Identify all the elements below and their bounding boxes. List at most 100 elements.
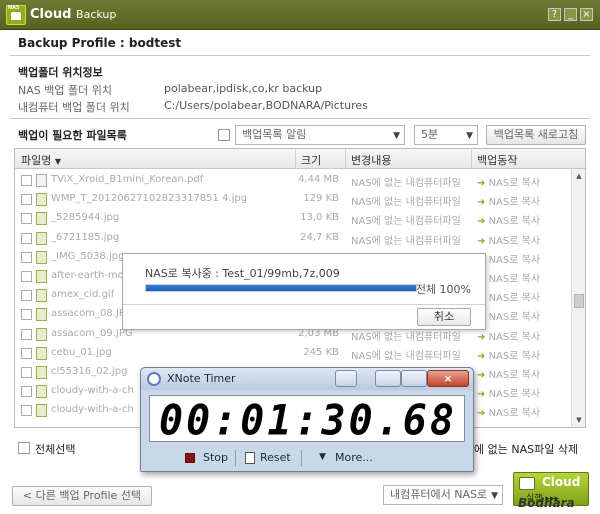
row-checkbox[interactable] xyxy=(21,290,32,302)
file-name: cebu_01.jpg xyxy=(51,346,112,358)
divider xyxy=(10,118,590,119)
help-icon[interactable]: ? xyxy=(548,8,561,21)
file-action: ➜ NAS로 복사 xyxy=(477,331,541,343)
cloud-button-label: Cloud xyxy=(542,475,581,489)
row-checkbox[interactable] xyxy=(21,347,32,359)
select-all-checkbox[interactable] xyxy=(18,442,30,454)
file-action: ➜ NAS로 복사 xyxy=(477,370,541,381)
row-checkbox[interactable] xyxy=(21,175,32,186)
timer-display: 00:01:30.68 xyxy=(149,395,465,446)
interval-select-value: 5분 xyxy=(421,128,439,141)
arrow-icon: ➜ xyxy=(477,235,486,247)
row-checkbox[interactable] xyxy=(21,328,32,340)
more-button[interactable]: More... xyxy=(335,451,373,464)
interval-select[interactable]: 5분 ▼ xyxy=(414,125,478,145)
file-name: amex_cid.gif xyxy=(51,289,115,301)
stop-icon[interactable] xyxy=(185,453,195,463)
file-size: 13,0 KB xyxy=(300,212,339,224)
column-header-filename[interactable]: 파일명 ▼ xyxy=(21,152,61,168)
row-checkbox[interactable] xyxy=(21,367,32,378)
scrollbar[interactable]: ▲ ▼ xyxy=(571,169,585,427)
scroll-up-icon[interactable]: ▲ xyxy=(573,170,585,182)
app-title: Cloud Backup xyxy=(30,7,116,22)
reset-button[interactable]: Reset xyxy=(260,451,291,464)
row-checkbox[interactable] xyxy=(21,405,32,417)
chevron-down-icon: ▼ xyxy=(466,131,473,141)
arrow-icon: ➜ xyxy=(477,216,486,228)
stop-button[interactable]: Stop xyxy=(203,451,228,464)
timer-icon xyxy=(147,372,161,386)
table-row[interactable]: cebu_01.jpg 245 KB NAS에 없는 내컴퓨터파일 ➜ NAS로 복사 xyxy=(15,344,571,363)
table-row[interactable]: _5285944.jpg 13,0 KB NAS에 없는 내컴퓨터파일 ➜ NAS로 … xyxy=(15,209,571,228)
cancel-button[interactable]: 취소 xyxy=(417,308,471,326)
row-checkbox[interactable] xyxy=(21,271,32,282)
file-name: _6721185.jpg xyxy=(51,231,120,243)
reset-icon[interactable] xyxy=(245,452,255,464)
column-header-size[interactable]: 크기 xyxy=(301,152,321,168)
chevron-down-icon: ▼ xyxy=(393,131,400,141)
folder-info-title: 백업폴더 위치정보 xyxy=(18,66,103,79)
alert-select-value: 백업목록 알림 xyxy=(242,128,307,141)
row-checkbox[interactable] xyxy=(21,251,32,263)
table-row[interactable]: _6721185.jpg 24,7 KB NAS에 없는 내컴퓨터파일 ➜ NAS로 … xyxy=(15,229,571,248)
table-row[interactable]: WMP_T_20120627102823317851 4.jpg 129 KB NA… xyxy=(15,190,571,209)
table-row[interactable]: TViX_Xroid_B1mini_Korean.pdf 4,44 MB NAS에 … xyxy=(15,171,571,190)
divider xyxy=(235,450,236,466)
minimize-icon[interactable] xyxy=(375,370,401,387)
app-title-light: Backup xyxy=(76,8,117,21)
file-icon xyxy=(36,193,47,207)
maximize-icon[interactable] xyxy=(401,370,427,387)
refresh-list-button[interactable]: 백업목록 새로고침 xyxy=(486,125,586,145)
timer-window: XNote Timer × 00:01:30.68 Stop Reset ▼ M… xyxy=(140,367,474,472)
row-checkbox[interactable] xyxy=(21,213,32,225)
file-size: 245 KB xyxy=(303,346,339,358)
compact-view-icon[interactable] xyxy=(335,370,357,387)
pc-folder-value: C:/Users/polabear,BODNARA/Pictures xyxy=(164,99,368,112)
file-action: ➜ NAS로 복사 xyxy=(477,216,541,228)
timer-digits: 00:01:30.68 xyxy=(159,396,457,446)
logo-text: NAS xyxy=(8,5,20,11)
arrow-icon: ➜ xyxy=(477,178,486,189)
row-checkbox[interactable] xyxy=(21,194,32,206)
file-action: ➜ NAS로 복사 xyxy=(477,270,540,285)
table-header: 파일명 ▼ 크기 변경내용 백업동작 xyxy=(15,149,585,169)
progress-total: 전체 100% xyxy=(415,283,471,296)
pc-folder-label: 내컴퓨터 백업 폴더 위치 xyxy=(18,101,130,114)
file-action: ➜ NAS로 복사 xyxy=(477,251,540,266)
file-name: cloudy-with-a-ch xyxy=(51,404,134,416)
nas-folder-value: polabear,ipdisk,co,kr backup xyxy=(164,82,323,95)
file-status: NAS에 없는 내컴퓨터파일 xyxy=(351,216,461,228)
close-icon[interactable]: × xyxy=(427,370,469,387)
file-icon xyxy=(36,308,47,322)
alert-checkbox[interactable] xyxy=(218,129,230,141)
more-arrow-icon[interactable]: ▼ xyxy=(319,452,326,462)
row-checkbox[interactable] xyxy=(21,386,32,398)
close-icon[interactable]: × xyxy=(580,8,593,21)
file-name: cl55316_02.jpg xyxy=(51,366,128,377)
row-checkbox[interactable] xyxy=(21,232,32,244)
column-header-change[interactable]: 변경내용 xyxy=(351,152,391,168)
sort-arrow-icon: ▼ xyxy=(54,157,62,166)
scroll-thumb[interactable] xyxy=(574,294,584,308)
delete-nas-files-label[interactable]: 에 없는 NAS파일 삭제 xyxy=(474,441,578,457)
file-name: _5285944.jpg xyxy=(51,212,120,224)
minimize-icon[interactable]: _ xyxy=(564,8,577,21)
file-name: WMP_T_20120627102823317851 4.jpg xyxy=(51,193,248,205)
file-status: NAS에 없는 내컴퓨터파일 xyxy=(351,197,461,209)
file-list-title: 백업이 필요한 파일목록 xyxy=(18,129,127,142)
alert-select[interactable]: 백업목록 알림 ▼ xyxy=(235,125,405,145)
back-profile-button[interactable]: < 다른 백업 Profile 선택 xyxy=(12,486,152,506)
arrow-icon: ➜ xyxy=(477,331,486,343)
timer-title-bar[interactable]: XNote Timer × xyxy=(141,368,473,390)
file-action: ➜ NAS로 복사 xyxy=(477,197,541,209)
nas-folder-label: NAS 백업 폴더 위치 xyxy=(18,84,112,97)
chevron-down-icon: ▼ xyxy=(491,491,498,501)
scroll-down-icon[interactable]: ▼ xyxy=(573,414,585,426)
divider xyxy=(301,450,302,466)
file-action: ➜ NAS로 복사 xyxy=(477,235,541,247)
arrow-icon: ➜ xyxy=(477,350,486,362)
column-header-action[interactable]: 백업동작 xyxy=(477,152,517,168)
file-name: after-earth-mo xyxy=(51,270,124,281)
row-checkbox[interactable] xyxy=(21,309,32,321)
direction-select[interactable]: 내컴퓨터에서 NAS로 ▼ xyxy=(383,485,503,505)
